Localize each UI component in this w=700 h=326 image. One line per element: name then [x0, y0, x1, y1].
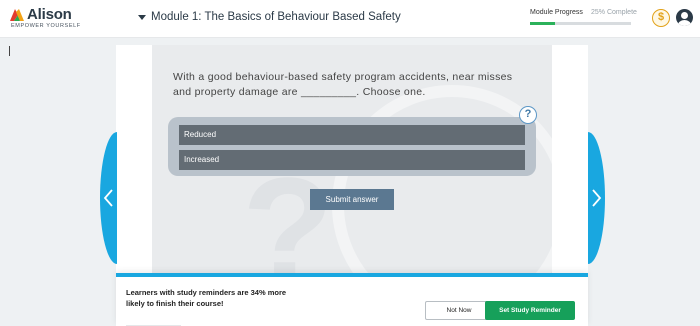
user-avatar-icon[interactable]: [676, 9, 693, 26]
module-progress-bar: [530, 22, 631, 25]
next-page-button[interactable]: [588, 132, 605, 264]
module-selector[interactable]: Module 1: The Basics of Behaviour Based …: [138, 11, 401, 23]
answer-option-increased[interactable]: Increased: [179, 150, 525, 170]
logo-tagline: EMPOWER YOURSELF: [11, 23, 81, 29]
help-icon[interactable]: ?: [519, 106, 537, 124]
answer-option-reduced[interactable]: Reduced: [179, 125, 525, 145]
module-title: Module 1: The Basics of Behaviour Based …: [151, 11, 401, 23]
study-reminder-banner: Learners with study reminders are 34% mo…: [116, 273, 588, 326]
not-now-button[interactable]: Not Now: [425, 301, 493, 320]
quiz-question: With a good behaviour-based safety progr…: [173, 71, 513, 98]
chevron-right-icon: [592, 189, 602, 207]
caret-down-icon: [138, 14, 146, 20]
module-progress-percent: 25% Complete: [591, 9, 637, 16]
alison-logo-icon: [10, 9, 24, 21]
submit-answer-button[interactable]: Submit answer: [310, 189, 394, 210]
module-progress-label: Module Progress: [530, 9, 583, 16]
logo-name: Alison: [27, 6, 72, 23]
set-study-reminder-button[interactable]: Set Study Reminder: [485, 301, 575, 320]
module-progress-fill: [530, 22, 556, 25]
chevron-left-icon: [103, 189, 113, 207]
previous-page-button[interactable]: [100, 132, 117, 264]
coin-symbol: $: [657, 11, 665, 23]
text-cursor: [9, 46, 10, 56]
dollar-coin-icon[interactable]: $: [652, 9, 670, 27]
top-header: Alison EMPOWER YOURSELF Module 1: The Ba…: [0, 0, 700, 38]
study-reminder-message: Learners with study reminders are 34% mo…: [126, 288, 287, 308]
help-symbol: ?: [524, 108, 532, 120]
